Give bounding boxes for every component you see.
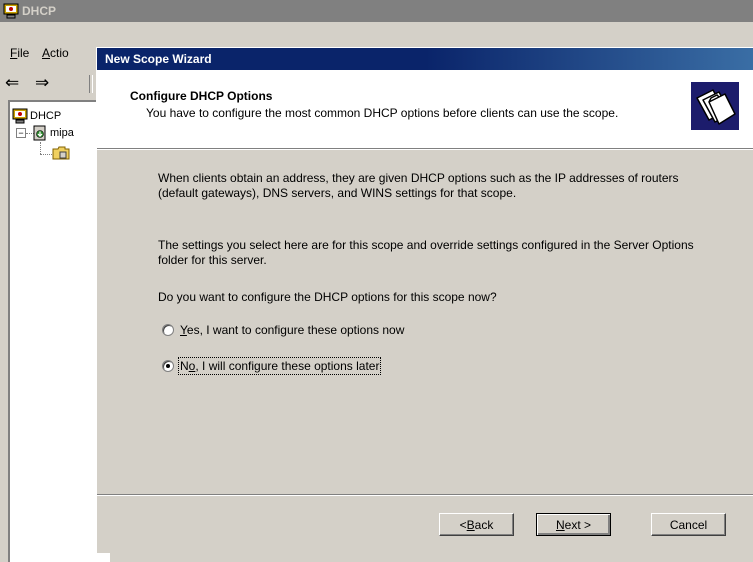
next-button[interactable]: Next > [536,513,611,536]
wizard-title: New Scope Wizard [105,52,212,66]
cancel-button[interactable]: Cancel [651,513,726,536]
page-subtitle: You have to configure the most common DH… [146,106,619,120]
tree-item-label: mipa [50,127,74,139]
dhcp-window-titlebar[interactable]: DHCP [0,0,753,22]
forward-arrow-icon[interactable]: ⇒ [35,73,49,93]
menu-action[interactable]: Actio [42,46,69,60]
dhcp-server-icon [12,108,28,124]
radio-button-selected[interactable] [162,360,174,372]
dhcp-window-title: DHCP [22,4,57,18]
dhcp-app-icon [3,3,19,19]
wizard-folders-icon [691,82,739,130]
question-text: Do you want to configure the DHCP option… [158,290,497,304]
footer-divider [97,494,753,496]
tree-connector [40,154,52,155]
info-paragraph-settings: The settings you select here are for thi… [158,238,694,267]
scope-folder-icon[interactable] [52,145,70,161]
wizard-titlebar[interactable]: New Scope Wizard [97,48,753,70]
radio-button-unselected[interactable] [162,324,174,336]
server-icon [33,125,46,141]
console-tree: DHCP − mipa [8,100,110,562]
dhcp-toolbar: ⇐ ⇒ [0,71,100,95]
tree-item-dhcp[interactable]: DHCP [10,108,100,124]
wizard-header: Configure DHCP Options You have to confi… [97,70,753,148]
back-button[interactable]: < Back [439,513,514,536]
radio-selected-dot [166,364,170,368]
tree-item-server[interactable]: mipa [32,125,102,141]
tree-connector [40,142,41,154]
new-scope-wizard-dialog: New Scope Wizard Configure DHCP Options … [96,47,753,553]
header-divider [97,148,753,150]
info-paragraph-options: When clients obtain an address, they are… [158,171,679,200]
back-arrow-icon[interactable]: ⇐ [5,73,19,93]
radio-label: Yes, I want to configure these options n… [180,323,405,337]
radio-label: No, I will configure these options later [177,357,382,375]
collapse-icon[interactable]: − [16,128,26,138]
menu-file[interactable]: File [10,46,29,60]
toolbar-separator [89,75,93,93]
page-title: Configure DHCP Options [130,89,273,103]
radio-option-configure-later[interactable]: No, I will configure these options later [162,357,462,375]
radio-option-configure-now[interactable]: Yes, I want to configure these options n… [162,323,492,339]
tree-item-label: DHCP [30,110,62,122]
